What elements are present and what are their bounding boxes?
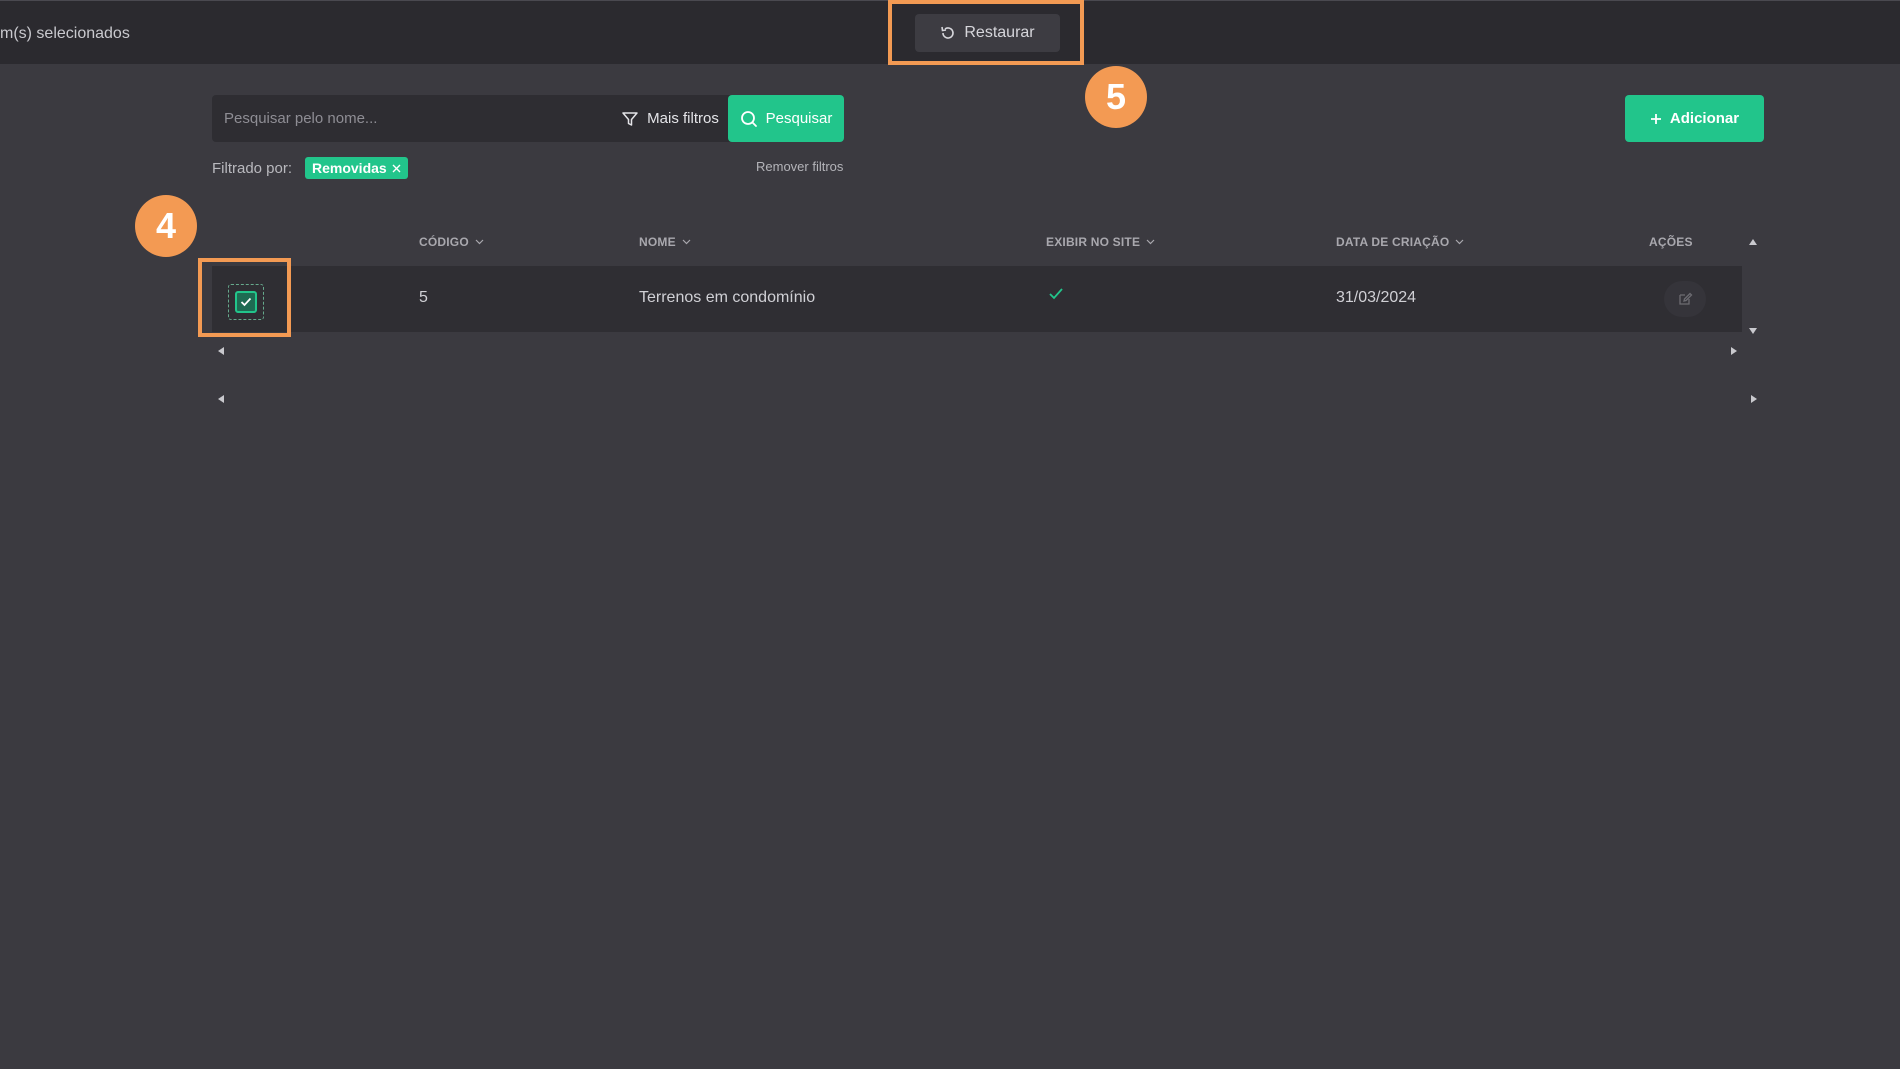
page-scroll-right-arrow[interactable] <box>1751 395 1757 403</box>
add-button[interactable]: Adicionar <box>1625 95 1764 142</box>
column-header-exibir-no-site[interactable]: EXIBIR NO SITE <box>1046 235 1155 249</box>
add-button-label: Adicionar <box>1669 110 1740 127</box>
column-header-label: EXIBIR NO SITE <box>1046 235 1141 249</box>
chevron-down-icon <box>682 239 691 245</box>
column-header-nome[interactable]: NOME <box>639 235 691 249</box>
close-icon[interactable] <box>392 164 401 173</box>
table-scroll-left-arrow[interactable] <box>218 347 224 355</box>
step-badge-restore: 5 <box>1085 66 1147 128</box>
chevron-down-icon <box>1456 239 1464 245</box>
remove-filters-link[interactable]: Remover filtros <box>756 159 843 174</box>
filtered-by-label: Filtrado por: <box>212 160 293 177</box>
column-header-codigo[interactable]: CÓDIGO <box>419 235 484 249</box>
chevron-down-icon <box>475 239 484 245</box>
plus-icon <box>1650 113 1661 124</box>
cell-nome: Terrenos em condomínio <box>639 289 816 306</box>
edit-button[interactable] <box>1664 281 1706 317</box>
column-header-label: NOME <box>639 235 676 249</box>
page-scroll-left-arrow[interactable] <box>218 395 224 403</box>
column-header-data-criacao[interactable]: DATA DE CRIAÇÃO <box>1336 235 1464 249</box>
search-bar: Mais filtros Pesquisar <box>212 95 844 142</box>
filter-icon <box>622 111 638 126</box>
filter-chip-removidas[interactable]: Removidas <box>305 157 408 179</box>
cell-codigo: 5 <box>419 289 428 306</box>
more-filters-button[interactable]: Mais filtros <box>600 95 740 142</box>
search-button-label: Pesquisar <box>765 110 833 127</box>
column-header-label: CÓDIGO <box>419 235 469 249</box>
edit-icon <box>1679 292 1693 305</box>
table-row[interactable]: 5 Terrenos em condomínio 31/03/2024 <box>212 266 1742 332</box>
scroll-down-arrow[interactable] <box>1749 328 1757 334</box>
checkbox-highlight-box <box>198 258 291 337</box>
selected-count-text: m(s) selecionados <box>0 25 130 42</box>
cell-data-criacao: 31/03/2024 <box>1336 289 1417 306</box>
filter-chip-label: Removidas <box>312 160 387 176</box>
chevron-down-icon <box>1146 239 1155 245</box>
column-header-acoes: AÇÕES <box>1649 235 1693 249</box>
column-header-label: DATA DE CRIAÇÃO <box>1336 235 1450 249</box>
restore-highlight-box <box>888 0 1084 65</box>
search-icon <box>740 110 757 127</box>
table-scroll-right-arrow[interactable] <box>1731 347 1737 355</box>
search-button[interactable]: Pesquisar <box>728 95 844 142</box>
step-badge-checkbox: 4 <box>135 195 197 257</box>
scroll-up-arrow[interactable] <box>1749 239 1757 245</box>
column-header-label: AÇÕES <box>1649 235 1693 249</box>
more-filters-label: Mais filtros <box>647 110 719 127</box>
search-input[interactable] <box>212 95 592 142</box>
check-icon <box>1049 288 1063 300</box>
